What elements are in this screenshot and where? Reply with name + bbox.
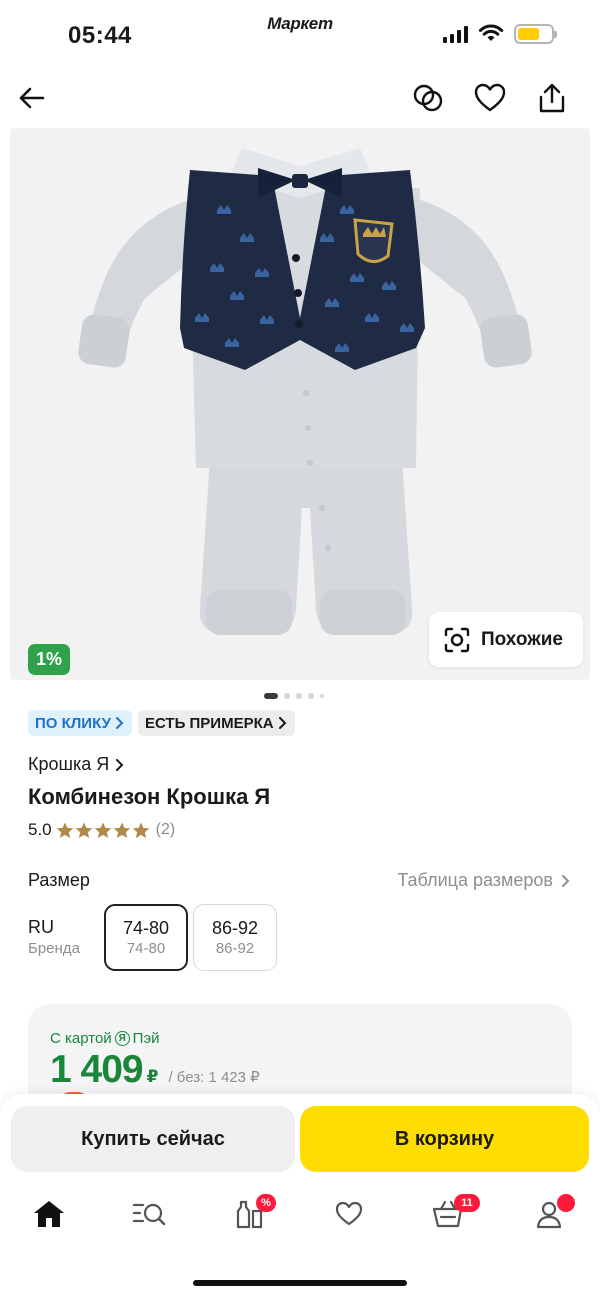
share-button[interactable] xyxy=(532,78,572,118)
tab-favorites[interactable] xyxy=(324,1192,374,1236)
feature-chips: ПО КЛИКУ ЕСТЬ ПРИМЕРКА xyxy=(28,710,295,736)
status-bar: 05:44 Маркет xyxy=(0,0,600,70)
heart-icon xyxy=(335,1201,363,1226)
tab-cart[interactable]: 11 xyxy=(424,1192,480,1236)
top-nav xyxy=(0,70,600,125)
rating-row[interactable]: 5.0 (2) xyxy=(28,820,175,840)
rating-value: 5.0 xyxy=(28,820,52,839)
compare-button[interactable] xyxy=(408,78,448,118)
price-without-card: / без: 1 423 ₽ xyxy=(168,1069,260,1086)
price-currency: ₽ xyxy=(146,1067,159,1086)
chip-label: ЕСТЬ ПРИМЕРКА xyxy=(144,714,274,732)
arrow-left-icon xyxy=(19,87,45,109)
star-icon xyxy=(56,822,73,838)
star-icon xyxy=(113,822,130,838)
size-table-link[interactable]: Таблица размеров xyxy=(397,870,570,891)
gallery-dot xyxy=(264,693,278,699)
camera-search-icon xyxy=(444,627,470,652)
price-caption-prefix: С картой xyxy=(50,1030,112,1047)
chip-label: ПО КЛИКУ xyxy=(35,714,111,732)
reviews-count[interactable]: (2) xyxy=(156,821,176,839)
promo-badge: % xyxy=(256,1194,276,1212)
tab-profile[interactable] xyxy=(524,1192,575,1236)
back-button[interactable] xyxy=(12,78,52,118)
size-option-86-92[interactable]: 86-92 86-92 xyxy=(193,904,277,971)
price-caption-suffix: Пэй xyxy=(132,1030,160,1047)
chip-by-click[interactable]: ПО КЛИКУ xyxy=(28,710,132,736)
star-icon xyxy=(94,822,111,838)
chevron-right-icon xyxy=(562,874,570,887)
tab-catalog[interactable] xyxy=(124,1192,174,1236)
discount-badge: 1% xyxy=(28,644,71,675)
chevron-right-icon xyxy=(278,717,286,729)
size-label: Размер xyxy=(28,870,90,890)
status-icons xyxy=(443,24,557,44)
star-icon xyxy=(132,822,149,838)
size-option-main: 86-92 xyxy=(211,918,259,938)
tab-home[interactable] xyxy=(24,1192,74,1236)
rating-stars xyxy=(56,822,150,839)
size-option-74-80[interactable]: 74-80 74-80 xyxy=(104,904,188,971)
price-value: 1 409 xyxy=(50,1048,144,1091)
size-option-sub: 86-92 xyxy=(215,940,255,957)
tab-bar: % 11 xyxy=(0,1192,600,1240)
heart-icon xyxy=(474,83,506,112)
gallery-dot xyxy=(284,693,290,699)
gallery-dot xyxy=(308,693,314,699)
size-system-main: RU xyxy=(28,917,54,937)
size-option-main: 74-80 xyxy=(122,918,170,938)
chevron-right-icon xyxy=(116,758,124,771)
gallery-dot xyxy=(296,693,302,699)
product-gallery[interactable]: 1% Похожие xyxy=(10,128,590,680)
similar-button[interactable]: Похожие xyxy=(429,612,583,667)
share-icon xyxy=(539,83,565,113)
catalog-search-icon xyxy=(132,1203,166,1226)
add-to-cart-button[interactable]: В корзину xyxy=(300,1106,589,1172)
product-title: Комбинезон Крошка Я xyxy=(28,784,271,809)
star-icon xyxy=(75,822,92,838)
brand-name: Крошка Я xyxy=(28,754,110,774)
product-image xyxy=(78,148,532,635)
favorite-button[interactable] xyxy=(470,78,510,118)
brand-link[interactable]: Крошка Я xyxy=(28,754,124,775)
wifi-icon xyxy=(478,24,504,41)
chevron-right-icon xyxy=(115,717,124,729)
compare-icon xyxy=(413,84,443,112)
home-indicator xyxy=(193,1280,407,1286)
home-icon xyxy=(34,1201,64,1227)
bottom-action-bar: Купить сейчас В корзину % 11 xyxy=(0,1094,600,1297)
yandex-pay-icon: Я xyxy=(114,1031,130,1046)
tab-promo[interactable]: % xyxy=(224,1192,276,1236)
size-system-sub: Бренда xyxy=(28,940,80,957)
chip-try-on[interactable]: ЕСТЬ ПРИМЕРКА xyxy=(137,710,295,736)
similar-label: Похожие xyxy=(481,628,563,650)
signal-icon xyxy=(443,25,468,43)
price-caption: С картой Я Пэй xyxy=(50,1030,160,1047)
cart-count-badge: 11 xyxy=(454,1194,480,1212)
size-system: RU Бренда xyxy=(28,917,80,957)
size-option-sub: 74-80 xyxy=(126,940,166,957)
size-table-label: Таблица размеров xyxy=(397,870,553,890)
buy-now-button[interactable]: Купить сейчас xyxy=(11,1106,295,1172)
gallery-pagination xyxy=(264,693,324,699)
profile-notification-dot xyxy=(557,1194,575,1212)
battery-icon xyxy=(514,24,557,44)
gallery-dot xyxy=(320,694,324,698)
price-main: 1 409 ₽ / без: 1 423 ₽ xyxy=(50,1048,260,1092)
